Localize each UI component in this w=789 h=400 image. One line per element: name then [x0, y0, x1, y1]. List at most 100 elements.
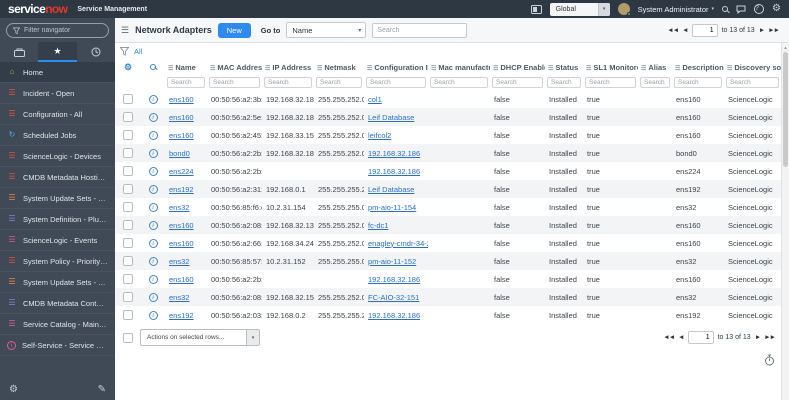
first-page-button[interactable]: ◄◄	[663, 334, 675, 341]
configuration_item-link[interactable]: fc-dc1	[368, 221, 388, 230]
column-header[interactable]: ☰ Description	[672, 59, 724, 75]
column-menu-icon[interactable]: ☰	[727, 66, 732, 72]
chat-icon[interactable]	[736, 5, 746, 14]
column-search-toggle-icon[interactable]	[150, 63, 156, 70]
sidebar-item[interactable]: ☰ CMDB Metadata Containment R...	[0, 293, 115, 314]
configuration_item-link[interactable]: 192.168.32.186	[368, 311, 420, 320]
column-search-input[interactable]	[492, 77, 543, 88]
column-search-input[interactable]	[209, 77, 260, 88]
select-all-checkbox[interactable]	[123, 332, 133, 343]
column-menu-icon[interactable]: ☰	[210, 66, 215, 72]
sidebar-item[interactable]: i Self-Service - Service Catalog	[0, 335, 115, 356]
record-preview-info-icon[interactable]: i	[148, 311, 158, 320]
filter-funnel-icon[interactable]	[120, 46, 129, 56]
name-link[interactable]: ens32	[169, 257, 189, 266]
configuration_item-link[interactable]: 192.168.32.186	[368, 149, 420, 158]
column-menu-icon[interactable]: ☰	[367, 66, 372, 72]
search-icon[interactable]	[722, 6, 729, 12]
response-time-icon[interactable]	[764, 354, 775, 366]
column-menu-icon[interactable]: ☰	[265, 66, 270, 72]
sidebar-item[interactable]: ☰ CMDB Metadata Hosting Rules	[0, 167, 115, 188]
row-checkbox[interactable]	[123, 148, 133, 158]
row-checkbox[interactable]	[123, 94, 133, 104]
last-page-button[interactable]: ►►	[764, 334, 776, 341]
row-checkbox[interactable]	[123, 202, 133, 212]
sidebar-item[interactable]: ☰ Incident - Open	[0, 83, 115, 104]
scroll-up-arrow[interactable]: ▲	[782, 43, 789, 50]
column-header[interactable]: ☰ Status	[545, 59, 583, 75]
configuration_item-link[interactable]: enagley-cmdr-34-242	[368, 239, 428, 248]
column-search-input[interactable]	[674, 77, 722, 88]
prev-page-button[interactable]: ◄	[678, 334, 685, 341]
record-preview-info-icon[interactable]: i	[148, 239, 158, 248]
actions-on-selected-rows-select[interactable]: Actions on selected rows... ▾	[140, 329, 260, 346]
filter-navigator[interactable]	[6, 23, 109, 38]
record-preview-info-icon[interactable]: i	[148, 257, 158, 266]
column-menu-icon[interactable]: ☰	[168, 66, 173, 72]
record-preview-info-icon[interactable]: i	[148, 113, 158, 122]
sidebar-item[interactable]: ☰ ScienceLogic - Devices	[0, 146, 115, 167]
sidebar-item[interactable]: ☰ System Definition - Plugins	[0, 209, 115, 230]
configuration_item-link[interactable]: leifcol2	[368, 131, 391, 140]
column-menu-icon[interactable]: ☰	[317, 66, 322, 72]
row-checkbox[interactable]	[123, 238, 133, 248]
column-header[interactable]: ☰ Name	[165, 59, 207, 75]
record-preview-info-icon[interactable]: i	[148, 203, 158, 212]
name-link[interactable]: ens32	[169, 203, 189, 212]
name-link[interactable]: ens192	[169, 311, 194, 320]
name-link[interactable]: ens192	[169, 185, 194, 194]
sidebar-item[interactable]: ↻ Scheduled Jobs	[0, 125, 115, 146]
name-link[interactable]: ens160	[169, 275, 194, 284]
record-preview-info-icon[interactable]: i	[148, 185, 158, 194]
row-checkbox[interactable]	[123, 274, 133, 284]
record-preview-info-icon[interactable]: i	[148, 275, 158, 284]
page-number-input[interactable]	[687, 331, 714, 344]
column-search-input[interactable]	[640, 77, 670, 88]
row-checkbox[interactable]	[123, 112, 133, 122]
row-checkbox[interactable]	[123, 256, 133, 266]
row-checkbox[interactable]	[123, 310, 133, 320]
name-link[interactable]: ens160	[169, 221, 194, 230]
workspace-icon[interactable]	[530, 4, 542, 14]
column-search-input[interactable]	[430, 77, 488, 88]
configuration_item-link[interactable]: pm-aio-11-152	[368, 257, 416, 266]
column-header[interactable]: ☰DHCP Enabled	[490, 59, 545, 75]
row-checkbox[interactable]	[123, 166, 133, 176]
column-menu-icon[interactable]: ☰	[493, 66, 498, 72]
column-search-input[interactable]	[726, 77, 779, 88]
name-link[interactable]: ens160	[169, 239, 194, 248]
row-checkbox[interactable]	[123, 130, 133, 140]
name-link[interactable]: ens160	[169, 113, 194, 122]
sidebar-item[interactable]: ☰ ScienceLogic - Events	[0, 230, 115, 251]
sidebar-item[interactable]: ☰ Configuration - All	[0, 104, 115, 125]
column-header[interactable]: ☰ Alias	[638, 59, 672, 75]
configuration_item-link[interactable]: Leif Database	[368, 185, 414, 194]
list-search-input[interactable]	[372, 22, 468, 38]
record-preview-info-icon[interactable]: i	[148, 293, 158, 302]
tab-favorites[interactable]: ★	[38, 42, 77, 62]
column-search-input[interactable]	[585, 77, 636, 88]
configuration_item-link[interactable]: 192.168.32.186	[368, 275, 420, 284]
prev-page-button[interactable]: ◄	[682, 27, 689, 34]
list-context-menu-icon[interactable]: ☰	[121, 25, 129, 36]
sidebar-item[interactable]: ☰ System Update Sets - Local Upd...	[0, 188, 115, 209]
user-menu[interactable]: System Administrator ▾	[638, 5, 714, 14]
column-search-input[interactable]	[547, 77, 581, 88]
avatar[interactable]	[617, 3, 631, 16]
sidebar-item[interactable]: ⌂ Home	[0, 62, 115, 83]
column-header[interactable]: ☰Discovery source	[724, 59, 781, 75]
servicenow-logo[interactable]: service now	[8, 2, 68, 16]
column-header[interactable]: ☰ MAC Address	[207, 59, 262, 75]
breadcrumb-all-link[interactable]: All	[134, 47, 142, 56]
column-search-input[interactable]	[264, 77, 312, 88]
filter-navigator-input[interactable]	[24, 27, 102, 34]
record-preview-info-icon[interactable]: i	[148, 95, 158, 104]
name-link[interactable]: ens160	[169, 95, 194, 104]
new-button[interactable]: New	[217, 22, 251, 38]
list-personalize-gear-icon[interactable]: ⚙	[124, 62, 132, 72]
last-page-button[interactable]: ►►	[768, 27, 780, 34]
name-link[interactable]: ens32	[169, 293, 189, 302]
sidebar-item[interactable]: ☰ System Update Sets - Retrieved ...	[0, 272, 115, 293]
column-menu-icon[interactable]: ☰	[586, 66, 591, 72]
name-link[interactable]: ens160	[169, 131, 194, 140]
